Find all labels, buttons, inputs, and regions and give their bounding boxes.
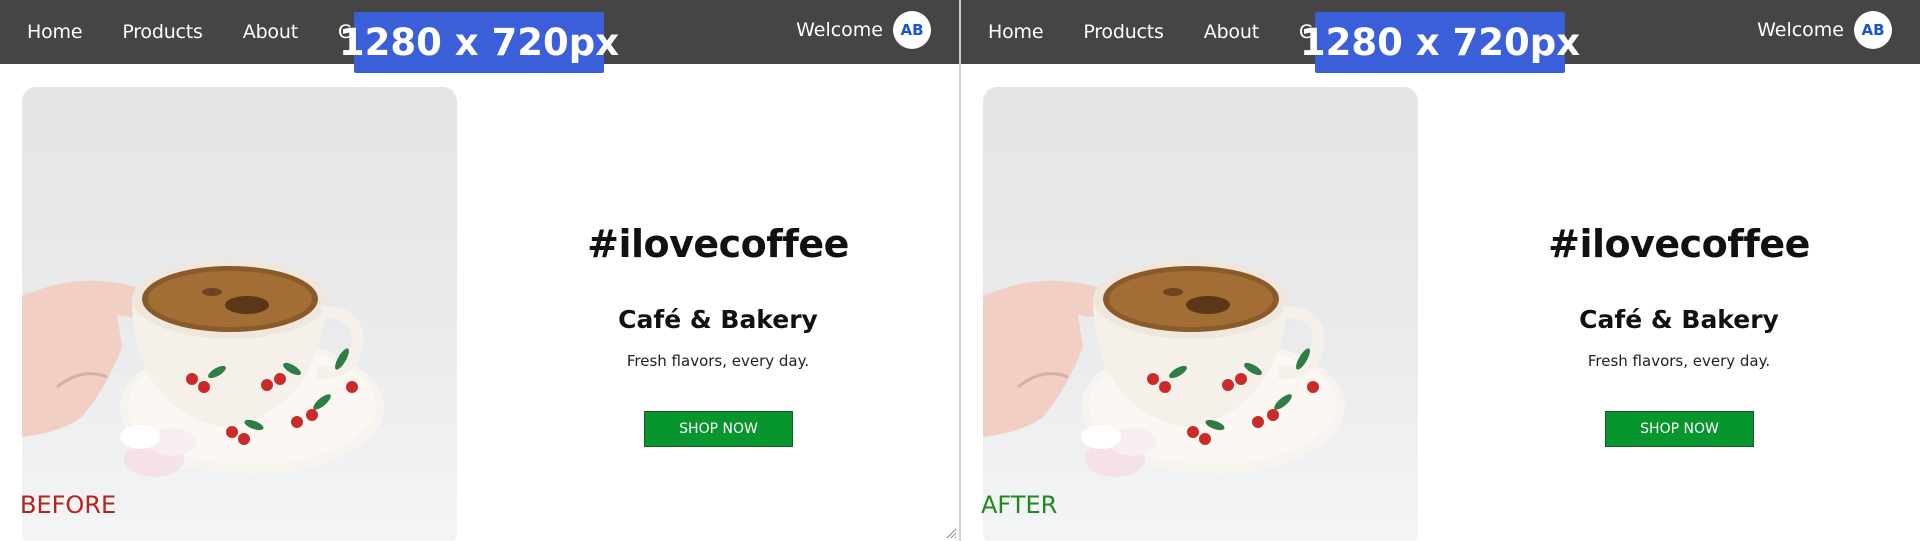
hero-subtitle: Café & Bakery — [1579, 305, 1779, 334]
nav-link-home[interactable]: Home — [27, 21, 83, 43]
shop-now-button[interactable]: SHOP NOW — [644, 411, 793, 447]
before-panel: Home Products About Contact Welcome AB 1… — [0, 0, 959, 541]
hero-hashtag: #ilovecoffee — [1548, 222, 1810, 266]
hero-tagline: Fresh flavors, every day. — [626, 352, 810, 370]
welcome-text: Welcome — [796, 19, 883, 41]
avatar[interactable]: AB — [893, 11, 931, 49]
nav-link-about[interactable]: About — [1204, 21, 1259, 43]
after-label: AFTER — [981, 491, 1058, 519]
coffee-cup-image — [983, 87, 1418, 541]
nav-link-products[interactable]: Products — [1083, 21, 1164, 43]
user-area: Welcome AB — [796, 11, 931, 49]
shop-now-button[interactable]: SHOP NOW — [1605, 411, 1754, 447]
before-label: BEFORE — [20, 491, 117, 519]
hero-tagline: Fresh flavors, every day. — [1587, 352, 1771, 370]
hero-hashtag: #ilovecoffee — [587, 222, 849, 266]
dimension-badge: 1280 x 720px — [339, 12, 619, 73]
nav-link-products[interactable]: Products — [122, 21, 203, 43]
nav-link-about[interactable]: About — [243, 21, 298, 43]
user-area: Welcome AB — [1757, 11, 1892, 49]
avatar[interactable]: AB — [1854, 11, 1892, 49]
after-panel: Home Products About Contact Welcome AB 1… — [961, 0, 1920, 541]
dimension-badge: 1280 x 720px — [1300, 12, 1580, 73]
welcome-text: Welcome — [1757, 19, 1844, 41]
coffee-cup-image — [22, 87, 457, 541]
nav-link-home[interactable]: Home — [988, 21, 1044, 43]
hero-subtitle: Café & Bakery — [618, 305, 818, 334]
resize-grip-icon[interactable] — [945, 527, 957, 539]
